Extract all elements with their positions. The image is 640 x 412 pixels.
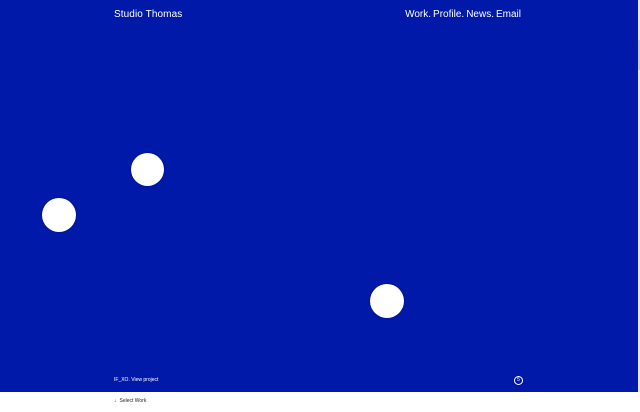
logo-link[interactable]: Studio Thomas	[114, 8, 182, 22]
project-separator: .	[128, 377, 130, 383]
nav-separator: .	[491, 9, 494, 20]
floating-dot[interactable]	[131, 153, 164, 186]
nav-profile-link[interactable]: Profile	[433, 8, 461, 22]
arrow-down-icon: ↓	[114, 398, 117, 404]
view-project-label: View project	[131, 377, 159, 383]
nav-work-link[interactable]: Work	[405, 8, 428, 22]
view-project-link[interactable]: IF_XO. View project	[114, 377, 158, 384]
floating-dot[interactable]	[370, 284, 404, 318]
footer-bar	[0, 392, 640, 412]
hero-section: Studio Thomas Work. Profile. News. Email…	[0, 0, 638, 392]
nav-news-link[interactable]: News	[466, 8, 491, 22]
select-work-label: Select Work	[119, 398, 147, 404]
select-work-link[interactable]: ↓ Select Work	[114, 398, 146, 405]
page: Studio Thomas Work. Profile. News. Email…	[0, 0, 640, 412]
nav-email-link[interactable]: Email	[496, 8, 521, 22]
nav-separator: .	[428, 9, 432, 20]
floating-dot[interactable]	[42, 198, 76, 232]
project-counter-badge: 5	[514, 376, 523, 385]
project-name: IF_XO	[114, 377, 129, 383]
main-nav: Work. Profile. News. Email	[405, 8, 521, 22]
nav-separator: .	[461, 9, 465, 20]
